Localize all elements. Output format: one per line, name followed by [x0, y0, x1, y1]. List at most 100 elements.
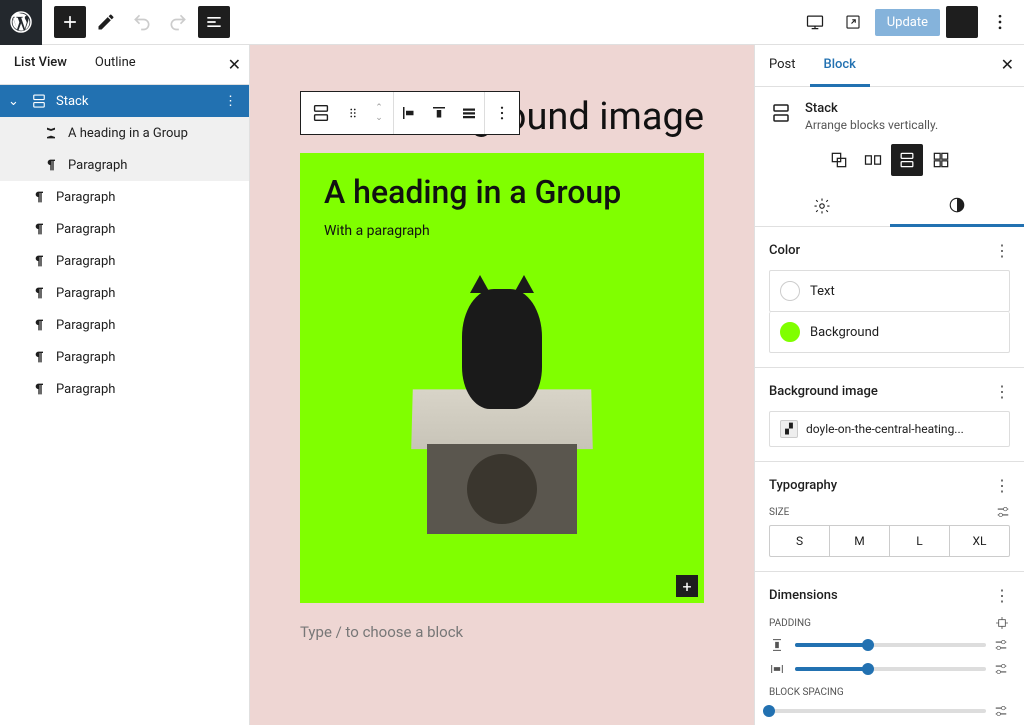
bg-image-options-icon[interactable]: ⋮: [994, 382, 1010, 401]
font-size-buttons: S M L XL: [769, 525, 1010, 557]
slider-custom-icon[interactable]: [994, 662, 1010, 676]
view-post-button[interactable]: [837, 6, 869, 38]
device-preview-button[interactable]: [799, 6, 831, 38]
text-color-label: Text: [810, 284, 835, 299]
block-spacing-slider[interactable]: [769, 704, 1010, 718]
editor-canvas[interactable]: ⌃⌄ ckground image A heading in a Group W…: [250, 45, 754, 725]
tree-item-paragraph[interactable]: Paragraph: [0, 341, 249, 373]
padding-vertical-slider[interactable]: [769, 637, 1010, 653]
color-options-icon[interactable]: ⋮: [994, 241, 1010, 260]
size-l[interactable]: L: [889, 526, 949, 556]
tree-item-paragraph[interactable]: Paragraph: [0, 309, 249, 341]
list-view-panel: List View Outline ✕ ⌄ Stack ⋮ A heading …: [0, 45, 250, 725]
transform-group-button[interactable]: [823, 144, 855, 176]
typography-options-icon[interactable]: ⋮: [994, 476, 1010, 495]
justify-left-button[interactable]: [394, 92, 424, 134]
color-title: Color: [769, 243, 800, 258]
stack-paragraph[interactable]: With a paragraph: [324, 223, 680, 239]
padding-horizontal-slider[interactable]: [769, 661, 1010, 677]
align-wide-button[interactable]: [454, 92, 484, 134]
tab-block[interactable]: Block: [810, 45, 870, 87]
tree-item-stack[interactable]: ⌄ Stack ⋮: [0, 85, 249, 117]
size-s[interactable]: S: [770, 526, 829, 556]
settings-tab[interactable]: [755, 186, 890, 226]
list-view-toggle[interactable]: [198, 6, 230, 38]
size-label: SIZE: [769, 507, 789, 518]
chevron-down-icon[interactable]: ⌄: [8, 94, 22, 109]
transform-stack-button[interactable]: [891, 144, 923, 176]
size-m[interactable]: M: [829, 526, 889, 556]
block-tree: ⌄ Stack ⋮ A heading in a Group Paragraph…: [0, 85, 249, 725]
top-left-group: [8, 0, 230, 45]
undo-button[interactable]: [126, 6, 158, 38]
size-custom-icon[interactable]: [996, 505, 1010, 519]
tree-item-paragraph[interactable]: Paragraph: [0, 181, 249, 213]
more-options-button[interactable]: [984, 6, 1016, 38]
block-more-options-button[interactable]: [485, 92, 519, 134]
paragraph-icon: [30, 380, 48, 398]
paragraph-icon: [30, 188, 48, 206]
settings-styles-tabs: [755, 186, 1024, 227]
tree-label: Paragraph: [56, 382, 115, 397]
top-right-group: Update: [799, 6, 1016, 38]
paragraph-icon: [30, 348, 48, 366]
transform-row-button[interactable]: [857, 144, 889, 176]
top-toolbar: Update: [0, 0, 1024, 45]
align-top-button[interactable]: [424, 92, 454, 134]
empty-paragraph-placeholder[interactable]: Type / to choose a block: [300, 623, 704, 641]
heading-icon: [42, 124, 60, 142]
stack-block[interactable]: A heading in a Group With a paragraph +: [300, 153, 704, 603]
drag-handle-icon[interactable]: [341, 92, 365, 134]
bg-image-selector[interactable]: ▞ doyle-on-the-central-heating...: [769, 411, 1010, 447]
background-color-label: Background: [810, 325, 879, 340]
tab-post[interactable]: Post: [755, 45, 810, 86]
horizontal-padding-icon: [769, 661, 787, 677]
tree-item-paragraph[interactable]: Paragraph: [0, 245, 249, 277]
background-image-preview: [402, 289, 602, 549]
dimensions-section: Dimensions ⋮ PADDING BLOCK SPACING: [755, 572, 1024, 725]
block-info: Stack Arrange blocks vertically.: [755, 87, 1024, 142]
block-type-button[interactable]: [301, 92, 341, 134]
block-spacing-label: BLOCK SPACING: [769, 687, 844, 698]
text-color-field[interactable]: Text: [769, 270, 1010, 312]
paragraph-icon: [30, 220, 48, 238]
size-xl[interactable]: XL: [949, 526, 1009, 556]
tab-list-view[interactable]: List View: [0, 45, 81, 84]
add-block-button[interactable]: [54, 6, 86, 38]
vertical-padding-icon: [769, 637, 787, 653]
wordpress-logo[interactable]: [0, 0, 42, 45]
tree-label: Paragraph: [68, 158, 127, 173]
settings-sidebar: Post Block ✕ Stack Arrange blocks vertic…: [754, 45, 1024, 725]
slider-custom-icon[interactable]: [994, 638, 1010, 652]
edit-mode-button[interactable]: [90, 6, 122, 38]
bg-image-filename: doyle-on-the-central-heating...: [806, 422, 964, 436]
styles-tab[interactable]: [890, 186, 1024, 227]
text-swatch-icon: [780, 281, 800, 301]
bg-image-title: Background image: [769, 384, 878, 399]
redo-button[interactable]: [162, 6, 194, 38]
stack-heading[interactable]: A heading in a Group: [324, 173, 680, 211]
tree-item-options-icon[interactable]: ⋮: [220, 94, 241, 109]
slider-custom-icon[interactable]: [994, 704, 1010, 718]
settings-sidebar-toggle[interactable]: [946, 6, 978, 38]
move-arrows[interactable]: ⌃⌄: [365, 92, 393, 134]
close-sidebar-icon[interactable]: ✕: [1001, 55, 1014, 74]
tree-label: A heading in a Group: [68, 126, 188, 141]
paragraph-icon: [30, 316, 48, 334]
tree-label: Paragraph: [56, 254, 115, 269]
tree-item-paragraph[interactable]: Paragraph: [0, 213, 249, 245]
update-button[interactable]: Update: [875, 9, 940, 36]
transform-grid-button[interactable]: [925, 144, 957, 176]
padding-unlink-icon[interactable]: [994, 615, 1010, 631]
tree-item-paragraph[interactable]: Paragraph: [0, 373, 249, 405]
close-list-view-icon[interactable]: ✕: [228, 55, 241, 74]
tab-outline[interactable]: Outline: [81, 45, 150, 84]
tree-item-paragraph-child[interactable]: Paragraph: [0, 149, 249, 181]
add-block-inline-button[interactable]: +: [676, 575, 698, 597]
tree-item-heading[interactable]: A heading in a Group: [0, 117, 249, 149]
background-color-field[interactable]: Background: [769, 312, 1010, 353]
dimensions-options-icon[interactable]: ⋮: [994, 586, 1010, 605]
block-toolbar: ⌃⌄: [300, 91, 520, 135]
paragraph-icon: [42, 156, 60, 174]
tree-item-paragraph[interactable]: Paragraph: [0, 277, 249, 309]
